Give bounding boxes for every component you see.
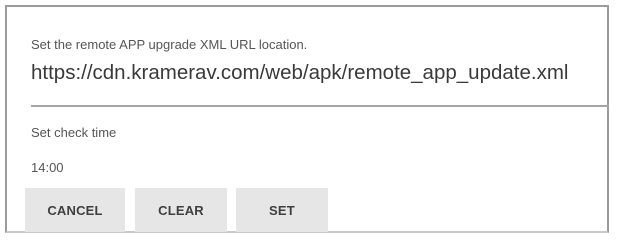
url-prompt-label: Set the remote APP upgrade XML URL locat… bbox=[31, 37, 308, 52]
clear-button[interactable]: CLEAR bbox=[135, 188, 227, 232]
url-input[interactable]: https://cdn.kramerav.com/web/apk/remote_… bbox=[31, 61, 609, 107]
set-button[interactable]: SET bbox=[236, 188, 328, 232]
cancel-button[interactable]: CANCEL bbox=[25, 188, 125, 232]
check-time-label: Set check time bbox=[31, 125, 117, 140]
check-time-value[interactable]: 14:00 bbox=[31, 160, 64, 175]
